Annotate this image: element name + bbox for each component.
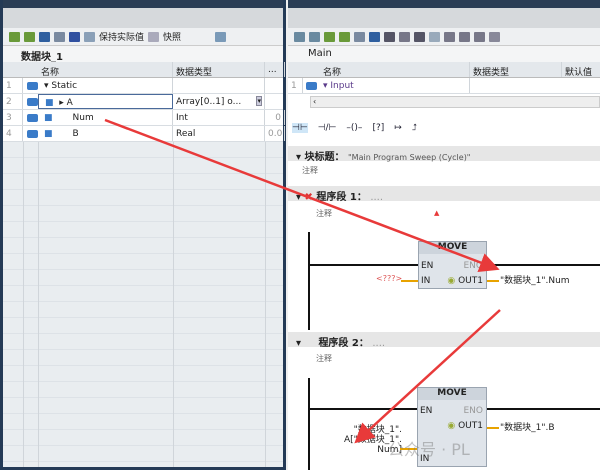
- arrow-to-network-2: [354, 309, 501, 444]
- annotation-arrows: [104, 118, 501, 444]
- arrow-to-network-1: [104, 118, 500, 273]
